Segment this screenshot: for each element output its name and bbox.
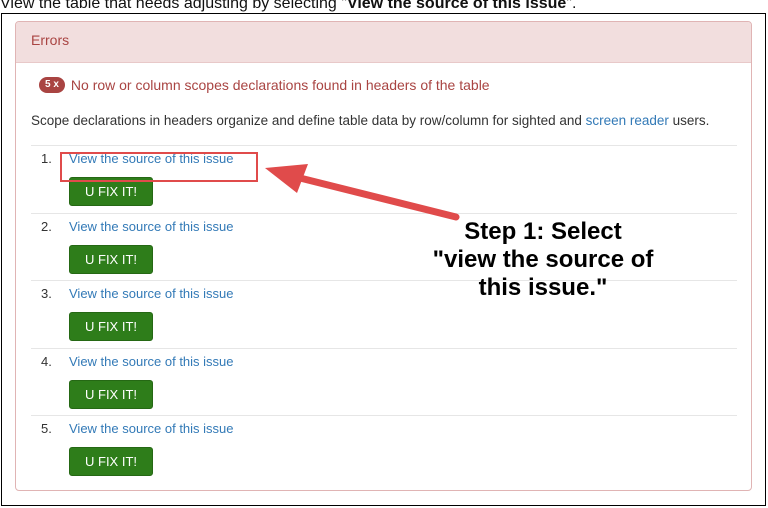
issue-number: 1. xyxy=(41,151,52,166)
description-text-before: Scope declarations in headers organize a… xyxy=(31,113,586,128)
issue-item-4: 4. View the source of this issue U FIX I… xyxy=(31,347,737,416)
issue-title: No row or column scopes declarations fou… xyxy=(70,77,490,93)
instruction-caption: View the table that needs adjusting by s… xyxy=(0,0,576,13)
caption-prefix: View the table that needs adjusting by s… xyxy=(0,0,347,12)
fix-it-button[interactable]: U FIX IT! xyxy=(69,379,153,409)
view-source-link[interactable]: View the source of this issue xyxy=(69,151,234,166)
issue-item-5: 5. View the source of this issue U FIX I… xyxy=(31,415,737,483)
issue-summary: 5 x No row or column scopes declarations… xyxy=(39,77,490,93)
fix-it-button[interactable]: U FIX IT! xyxy=(69,244,153,274)
caption-suffix: ". xyxy=(566,0,577,12)
screen-reader-link[interactable]: screen reader xyxy=(586,113,669,128)
panel-heading: Errors xyxy=(16,22,751,63)
issue-list: 1. View the source of this issue U FIX I… xyxy=(31,145,737,483)
fix-it-button[interactable]: U FIX IT! xyxy=(69,447,153,476)
view-source-link[interactable]: View the source of this issue xyxy=(69,286,234,301)
caption-bold: View the source of this issue xyxy=(346,0,567,12)
issue-number: 3. xyxy=(41,286,52,301)
issue-number: 2. xyxy=(41,218,52,234)
description-text-after: users. xyxy=(668,113,710,128)
view-source-link[interactable]: View the source of this issue xyxy=(69,354,234,369)
view-source-link[interactable]: View the source of this issue xyxy=(69,421,234,436)
fix-it-button[interactable]: U FIX IT! xyxy=(69,312,153,341)
view-source-link[interactable]: View the source of this issue xyxy=(69,219,234,234)
step-annotation: Step 1: Select "view the source of this … xyxy=(432,218,654,301)
issue-number: 4. xyxy=(41,353,52,369)
issue-description: Scope declarations in headers organize a… xyxy=(31,113,709,128)
fix-it-button[interactable]: U FIX IT! xyxy=(69,177,153,206)
count-badge: 5 x xyxy=(39,77,65,93)
issue-number: 5. xyxy=(41,421,52,436)
issue-item-1: 1. View the source of this issue U FIX I… xyxy=(31,145,737,213)
